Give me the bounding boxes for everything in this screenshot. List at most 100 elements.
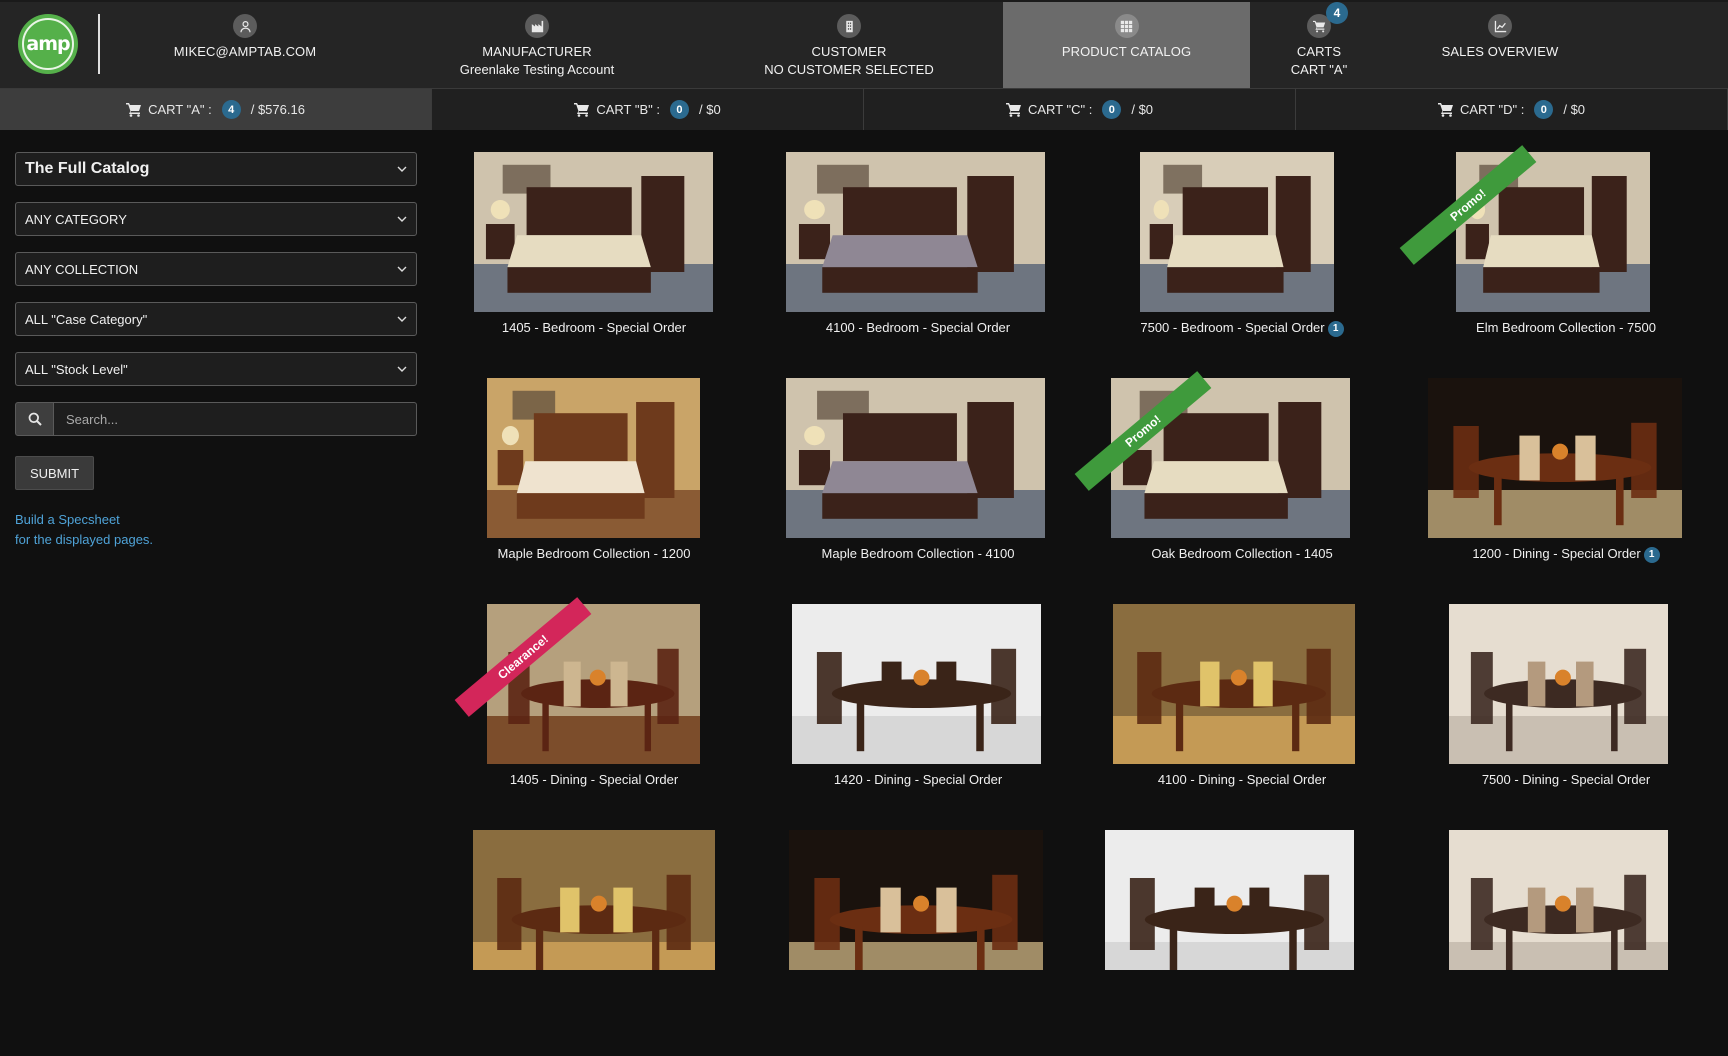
- cart-label: CART "C" :: [1027, 102, 1093, 117]
- building-icon: [837, 14, 861, 38]
- product-caption[interactable]: 1200 - Dining - Special Order 1: [1404, 546, 1728, 563]
- product-caption-text: 1200 - Dining - Special Order: [1472, 546, 1641, 561]
- nav-product-catalog[interactable]: PRODUCT CATALOG: [1003, 2, 1250, 88]
- product-thumbnail[interactable]: [1449, 830, 1668, 970]
- cart-label: CART "D" :: [1459, 102, 1525, 117]
- product-caption[interactable]: 7500 - Dining - Special Order: [1404, 772, 1728, 787]
- cart-tab-c[interactable]: CART "C" : 0 / $0: [864, 89, 1296, 130]
- amp-logo[interactable]: amp: [18, 14, 78, 74]
- product-card[interactable]: 7500 - Dining - Special Order: [1404, 604, 1728, 830]
- cart-count-badge: 0: [669, 100, 689, 119]
- collection-select[interactable]: ANY COLLECTION: [15, 252, 417, 286]
- product-thumbnail[interactable]: [792, 604, 1041, 764]
- product-card[interactable]: Clearance! 1405 - Dining - Special Order: [432, 597, 756, 830]
- product-card[interactable]: [1080, 830, 1404, 1056]
- product-card[interactable]: 4100 - Bedroom - Special Order: [756, 152, 1080, 378]
- cart-icon: [1005, 103, 1021, 117]
- product-caption[interactable]: 4100 - Dining - Special Order: [1080, 772, 1404, 787]
- product-caption-text: Oak Bedroom Collection - 1405: [1151, 546, 1333, 561]
- product-thumbnail[interactable]: [1449, 604, 1668, 764]
- case-category-select-value: ALL "Case Category": [25, 311, 148, 327]
- nav-customer[interactable]: CUSTOMER NO CUSTOMER SELECTED: [749, 2, 949, 88]
- product-caption-text: Elm Bedroom Collection - 7500: [1476, 320, 1656, 335]
- nav-manufacturer[interactable]: MANUFACTURER Greenlake Testing Account: [437, 2, 637, 88]
- product-caption[interactable]: Oak Bedroom Collection - 1405: [1080, 546, 1404, 561]
- product-card[interactable]: Promo! Elm Bedroom Collection - 7500: [1399, 145, 1728, 378]
- catalog-select[interactable]: The Full Catalog: [15, 152, 417, 186]
- product-card[interactable]: 1420 - Dining - Special Order: [756, 604, 1080, 830]
- product-caption-text: 1405 - Dining - Special Order: [509, 772, 679, 787]
- nav-manufacturer-value: Greenlake Testing Account: [459, 62, 615, 77]
- in-cart-count-badge: 1: [1327, 320, 1344, 337]
- product-card[interactable]: Maple Bedroom Collection - 4100: [756, 378, 1080, 604]
- product-card[interactable]: [432, 830, 756, 1056]
- product-card[interactable]: Maple Bedroom Collection - 1200: [432, 378, 756, 604]
- search-input[interactable]: [54, 402, 417, 436]
- product-thumbnail[interactable]: [487, 604, 700, 764]
- product-caption-text: Maple Bedroom Collection - 4100: [821, 546, 1015, 561]
- cart-count-badge: 0: [1102, 100, 1122, 119]
- product-thumbnail[interactable]: [474, 152, 713, 312]
- chevron-down-icon: [397, 366, 407, 372]
- stock-level-select[interactable]: ALL "Stock Level": [15, 352, 417, 386]
- cart-tab-d[interactable]: CART "D" : 0 / $0: [1296, 89, 1728, 130]
- product-caption[interactable]: Maple Bedroom Collection - 1200: [432, 546, 756, 561]
- product-card[interactable]: Promo! Oak Bedroom Collection - 1405: [1074, 371, 1404, 604]
- spec-link-line2: for the displayed pages.: [15, 532, 154, 547]
- cart-icon: [126, 103, 142, 117]
- search-button[interactable]: [15, 402, 54, 436]
- product-thumbnail[interactable]: [1140, 152, 1334, 312]
- build-specsheet-link[interactable]: Build a Specsheet for the displayed page…: [15, 510, 417, 550]
- product-card[interactable]: 7500 - Bedroom - Special Order 1: [1080, 152, 1404, 378]
- cart-tab-b[interactable]: CART "B" : 0 / $0: [432, 89, 864, 130]
- chevron-down-icon: [397, 266, 407, 272]
- product-card[interactable]: 1405 - Bedroom - Special Order: [432, 152, 756, 378]
- spec-link-line1: Build a Specsheet: [15, 512, 120, 527]
- product-card[interactable]: [1404, 830, 1728, 1056]
- nav-customer-value: NO CUSTOMER SELECTED: [764, 62, 934, 77]
- product-caption[interactable]: 1405 - Bedroom - Special Order: [432, 320, 756, 335]
- chevron-down-icon: [397, 166, 407, 172]
- product-thumbnail[interactable]: [1105, 830, 1354, 970]
- cart-label: CART "A" :: [148, 102, 212, 117]
- product-card[interactable]: 4100 - Dining - Special Order: [1080, 604, 1404, 830]
- chevron-down-icon: [397, 216, 407, 222]
- product-caption[interactable]: 4100 - Bedroom - Special Order: [756, 320, 1080, 335]
- user-icon: [233, 14, 257, 38]
- product-caption[interactable]: 1420 - Dining - Special Order: [756, 772, 1080, 787]
- chart-icon: [1488, 14, 1512, 38]
- product-thumbnail[interactable]: [473, 830, 715, 970]
- product-card[interactable]: 1200 - Dining - Special Order 1: [1404, 378, 1728, 604]
- filter-sidebar: The Full Catalog ANY CATEGORY ANY COLLEC…: [15, 152, 417, 550]
- stock-level-select-value: ALL "Stock Level": [25, 361, 128, 377]
- product-thumbnail[interactable]: [1428, 378, 1682, 538]
- product-thumbnail[interactable]: [789, 830, 1043, 970]
- product-caption-text: 4100 - Dining - Special Order: [1157, 772, 1327, 787]
- grid-icon: [1114, 14, 1139, 38]
- cart-tab-a[interactable]: CART "A" : 4 / $576.16: [0, 89, 432, 130]
- product-thumbnail[interactable]: [1113, 604, 1355, 764]
- nav-carts[interactable]: 4 CARTS CART "A": [1269, 2, 1369, 88]
- nav-user[interactable]: MIKEC@AMPTAB.COM: [150, 2, 340, 88]
- logo-divider: [98, 14, 100, 74]
- top-navigation: amp MIKEC@AMPTAB.COM MANUFACTURER Greenl…: [0, 0, 1728, 88]
- nav-manufacturer-label: MANUFACTURER: [482, 44, 592, 59]
- case-category-select[interactable]: ALL "Case Category": [15, 302, 417, 336]
- product-caption[interactable]: 7500 - Bedroom - Special Order 1: [1080, 320, 1404, 337]
- cart-total: / $0: [1131, 102, 1154, 117]
- cart-label: CART "B" :: [596, 102, 660, 117]
- product-card[interactable]: [756, 830, 1080, 1056]
- product-thumbnail[interactable]: [786, 152, 1045, 312]
- submit-button[interactable]: SUBMIT: [15, 456, 94, 490]
- category-select[interactable]: ANY CATEGORY: [15, 202, 417, 236]
- product-thumbnail[interactable]: [487, 378, 700, 538]
- product-caption[interactable]: Maple Bedroom Collection - 4100: [756, 546, 1080, 561]
- nav-user-email: MIKEC@AMPTAB.COM: [173, 44, 317, 59]
- product-caption[interactable]: Elm Bedroom Collection - 7500: [1404, 320, 1728, 335]
- nav-sales-overview[interactable]: SALES OVERVIEW: [1425, 2, 1575, 88]
- product-thumbnail[interactable]: [1111, 378, 1350, 538]
- cart-count-badge: 4: [221, 100, 241, 119]
- product-thumbnail[interactable]: [786, 378, 1045, 538]
- product-grid: 1405 - Bedroom - Special Order 4100 - Bed…: [432, 145, 1728, 971]
- product-caption[interactable]: 1405 - Dining - Special Order: [432, 772, 756, 787]
